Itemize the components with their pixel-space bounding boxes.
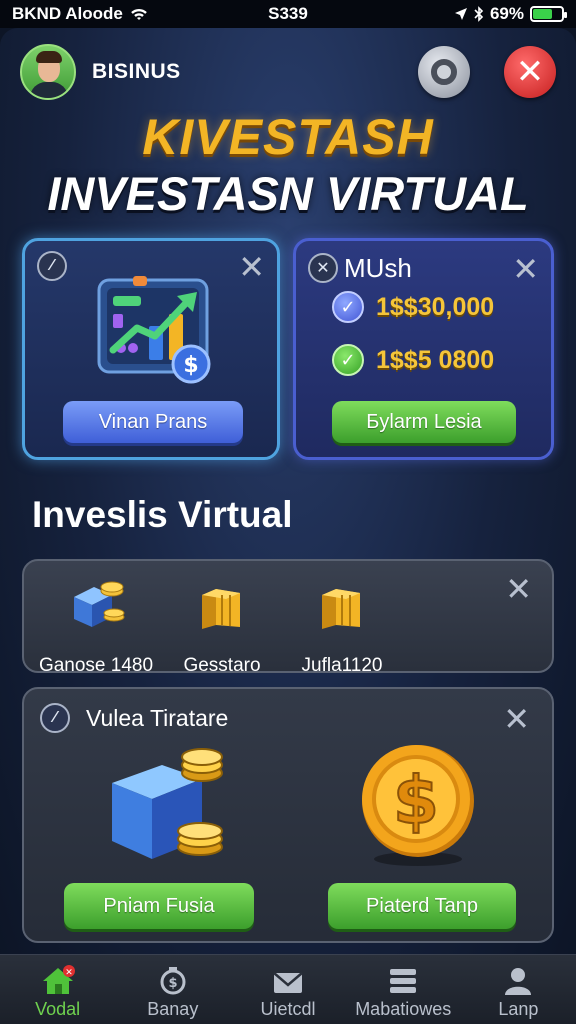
close-button[interactable]: ✕ xyxy=(504,46,556,98)
money-bag-icon: $ xyxy=(160,967,186,995)
nav-label: Banay xyxy=(147,999,199,1019)
dismiss-icon[interactable]: ✕ xyxy=(505,573,532,605)
nav-item-banay[interactable]: $ Banay xyxy=(115,955,230,1024)
stat-value: 1$$30,000 xyxy=(376,292,495,321)
growth-chart-icon: $ xyxy=(97,276,211,384)
edit-icon[interactable]: ⁄ xyxy=(40,703,70,733)
mush-card: ✕ MUsh ✕ ✓ 1$$30,000 ✓ 1$$5 0800 Бylarm … xyxy=(293,238,554,460)
dollar-coin-icon: $ xyxy=(362,745,474,866)
settings-icon xyxy=(431,59,457,85)
dismiss-icon[interactable]: ✕ xyxy=(238,251,265,283)
settings-button[interactable] xyxy=(418,46,470,98)
plan-card: ⁄ ✕ $ Vinan Prans xyxy=(22,238,280,460)
cube-coins-icon xyxy=(74,581,125,627)
svg-text:$: $ xyxy=(168,976,177,991)
brand-title: KIVESTASH xyxy=(142,109,434,165)
nav-item-lanp[interactable]: Lanp xyxy=(461,955,576,1024)
stat-row: ✓ 1$$5 0800 xyxy=(332,344,494,376)
profile-icon xyxy=(505,968,532,995)
status-bar: BKND Aloode S339 69% xyxy=(0,0,576,28)
svg-text:$: $ xyxy=(183,353,198,378)
carrier-label: BKND Aloode xyxy=(12,4,123,23)
svg-text:✕: ✕ xyxy=(65,968,73,978)
edit-icon[interactable]: ⁄ xyxy=(37,251,67,281)
asset-label: Jufla1120 xyxy=(301,655,383,676)
nav-label: Lanp xyxy=(498,999,539,1019)
status-right: 69% xyxy=(454,4,567,24)
nav-item-mabatiowes[interactable]: Mabatiowes xyxy=(346,955,461,1024)
pniam-fusia-button[interactable]: Pniam Fusia xyxy=(64,883,254,929)
location-icon xyxy=(454,8,467,20)
avatar[interactable] xyxy=(20,44,76,100)
mush-title: MUsh xyxy=(344,253,412,283)
featured-panel: ⁄ Vulea Tiratare ✕ $ Pniam Fusia Piaterd… xyxy=(22,687,554,943)
section-title: Inveslis Virtual xyxy=(32,494,293,535)
bylarm-lesia-button[interactable]: Бylarm Lesia xyxy=(332,401,516,443)
close-icon: ✕ xyxy=(515,53,545,91)
app-screen: BISINUS ✕ KIVESTASH INVESTASN VIRTUAL ⁄ … xyxy=(0,28,576,1024)
check-green-icon: ✓ xyxy=(332,344,364,376)
bluetooth-icon xyxy=(474,6,484,22)
dismiss-icon[interactable]: ✕ xyxy=(503,703,530,735)
cube-coins-icon xyxy=(112,748,223,859)
nav-item-uietcdl[interactable]: Uietcdl xyxy=(230,955,345,1024)
stat-row: ✓ 1$$30,000 xyxy=(332,291,494,323)
home-icon: ✕ xyxy=(42,965,75,994)
username: BISINUS xyxy=(92,60,181,83)
nav-label: Mabatiowes xyxy=(355,999,452,1019)
vinan-prans-button[interactable]: Vinan Prans xyxy=(63,401,243,443)
page-subtitle: INVESTASN VIRTUAL xyxy=(47,167,529,220)
gold-bars-icon xyxy=(322,589,360,629)
assets-panel: ✕ Ganose 1480 Gesstaro Jufla1120 xyxy=(22,559,554,676)
nav-item-vodal[interactable]: ✕ Vodal xyxy=(0,955,115,1024)
wifi-icon xyxy=(130,8,147,20)
battery-icon xyxy=(530,6,567,22)
nav-label: Vodal xyxy=(35,999,81,1019)
stat-value: 1$$5 0800 xyxy=(376,345,495,374)
bottom-nav: ✕ Vodal $ Banay Uietcdl Mabatiowes Lanp xyxy=(0,954,576,1024)
cancel-icon[interactable]: ✕ xyxy=(308,253,338,283)
mail-icon xyxy=(273,972,303,993)
dismiss-icon[interactable]: ✕ xyxy=(512,253,539,285)
gold-bars-icon xyxy=(202,589,240,629)
piaterd-tanp-button[interactable]: Piaterd Tanp xyxy=(328,883,516,929)
list-icon xyxy=(390,969,417,993)
header: BISINUS ✕ xyxy=(20,42,556,102)
featured-title: Vulea Tiratare xyxy=(86,705,229,731)
battery-percent: 69% xyxy=(489,4,524,23)
svg-text:$: $ xyxy=(393,762,439,839)
check-blue-icon: ✓ xyxy=(332,291,364,323)
nav-label: Uietcdl xyxy=(260,999,316,1019)
status-carrier: BKND Aloode xyxy=(12,4,149,24)
